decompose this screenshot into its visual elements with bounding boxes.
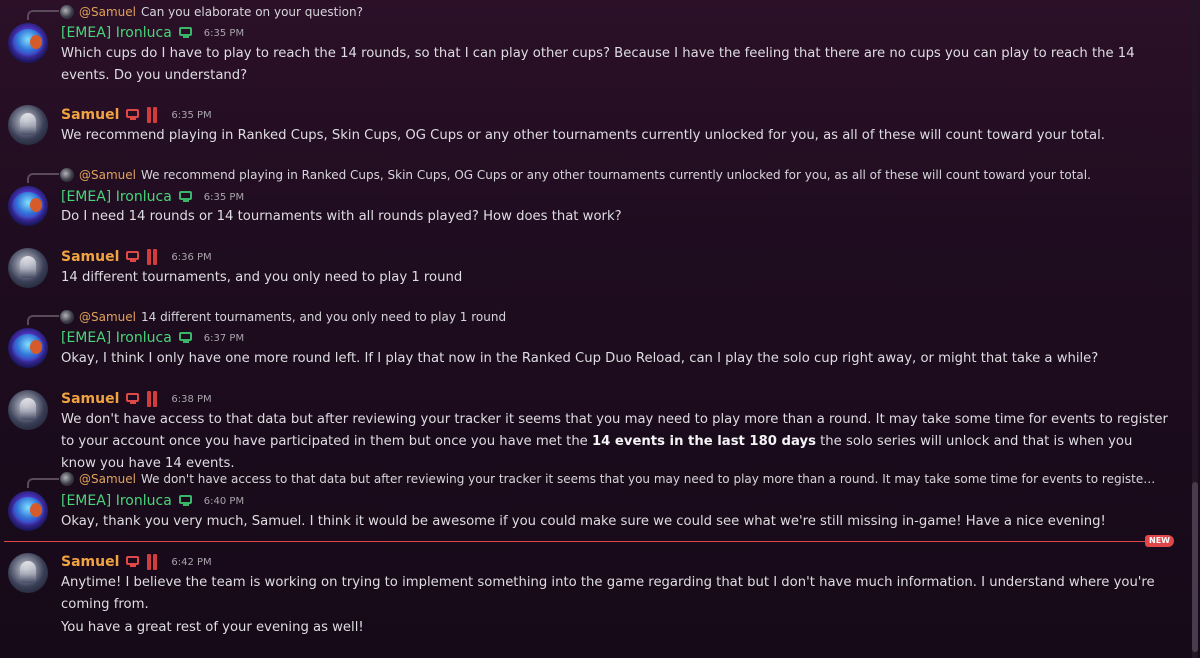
reply-avatar — [60, 472, 74, 486]
monitor-icon — [178, 190, 194, 204]
message-header: [EMEA] Ironluca 6:35 PM — [61, 23, 244, 43]
message-text: Okay, I think I only have one more round… — [61, 351, 1099, 366]
username[interactable]: Samuel — [61, 554, 119, 570]
reply-avatar — [60, 168, 74, 182]
reply-text: 14 different tournaments, and you only n… — [140, 310, 507, 324]
message-header: Samuel 6:42 PM — [61, 552, 212, 572]
reply-preview[interactable]: @Samuel We don't have access to that dat… — [60, 470, 1160, 488]
bars-badge-icon — [147, 391, 161, 407]
reply-mention[interactable]: @Samuel — [79, 5, 136, 19]
bars-badge-icon — [147, 249, 161, 265]
avatar[interactable] — [8, 328, 48, 368]
message-text: Do I need 14 rounds or 14 tournaments wi… — [61, 209, 622, 224]
timestamp: 6:40 PM — [203, 495, 245, 507]
reply-preview[interactable]: @Samuel We recommend playing in Ranked C… — [60, 166, 1160, 184]
reply-mention[interactable]: @Samuel — [79, 310, 136, 324]
username[interactable]: Samuel — [61, 107, 119, 123]
reply-preview[interactable]: @Samuel Can you elaborate on your questi… — [60, 3, 1160, 21]
username[interactable]: Samuel — [61, 249, 119, 265]
monitor-icon — [125, 250, 141, 264]
reply-connector — [27, 173, 59, 183]
reply-text: We recommend playing in Ranked Cups, Ski… — [140, 168, 1091, 182]
message-text: We don't have access to that data but af… — [61, 409, 1171, 475]
reply-mention[interactable]: @Samuel — [79, 472, 136, 486]
reply-mention[interactable]: @Samuel — [79, 168, 136, 182]
new-badge: NEW — [1145, 535, 1174, 547]
reply-text: Can you elaborate on your question? — [140, 5, 363, 19]
timestamp: 6:42 PM — [171, 556, 212, 568]
message-header: [EMEA] Ironluca 6:40 PM — [61, 491, 244, 511]
message-header: [EMEA] Ironluca 6:37 PM — [61, 328, 244, 348]
timestamp: 6:36 PM — [171, 251, 212, 263]
monitor-icon — [178, 331, 194, 345]
reply-avatar — [60, 310, 74, 324]
message-text: Okay, thank you very much, Samuel. I thi… — [61, 514, 1106, 529]
message-text-bold: 14 events in the last 180 days — [591, 434, 816, 449]
avatar[interactable] — [8, 553, 48, 593]
avatar[interactable] — [8, 186, 48, 226]
monitor-icon — [125, 555, 141, 569]
new-messages-divider — [4, 541, 1172, 542]
avatar[interactable] — [8, 390, 48, 430]
message-header: Samuel 6:35 PM — [61, 105, 212, 125]
username[interactable]: [EMEA] Ironluca — [61, 493, 172, 509]
message-header: Samuel 6:38 PM — [61, 389, 212, 409]
reply-text: We don't have access to that data but af… — [140, 472, 1160, 486]
username[interactable]: [EMEA] Ironluca — [61, 330, 172, 346]
message-header: [EMEA] Ironluca 6:35 PM — [61, 187, 244, 207]
monitor-icon — [125, 108, 141, 122]
avatar[interactable] — [8, 248, 48, 288]
bars-badge-icon — [147, 554, 161, 570]
timestamp: 6:35 PM — [203, 191, 245, 203]
reply-preview[interactable]: @Samuel 14 different tournaments, and yo… — [60, 308, 1160, 326]
reply-connector — [27, 478, 59, 488]
avatar[interactable] — [8, 491, 48, 531]
username[interactable]: [EMEA] Ironluca — [61, 189, 172, 205]
avatar[interactable] — [8, 23, 48, 63]
username[interactable]: [EMEA] Ironluca — [61, 25, 172, 41]
message-text: We recommend playing in Ranked Cups, Ski… — [61, 128, 1105, 143]
reply-connector — [27, 10, 59, 20]
username[interactable]: Samuel — [61, 391, 119, 407]
monitor-icon — [178, 494, 194, 508]
chat-message-list: @Samuel Can you elaborate on your questi… — [0, 0, 1190, 658]
message-header: Samuel 6:36 PM — [61, 247, 212, 267]
timestamp: 6:35 PM — [171, 109, 212, 121]
monitor-icon — [125, 392, 141, 406]
avatar[interactable] — [8, 105, 48, 145]
message-text: You have a great rest of your evening as… — [61, 620, 364, 635]
reply-connector — [27, 315, 59, 325]
message-text: 14 different tournaments, and you only n… — [61, 270, 463, 285]
scrollbar-thumb[interactable] — [1192, 482, 1198, 652]
timestamp: 6:35 PM — [203, 27, 245, 39]
monitor-icon — [178, 26, 194, 40]
timestamp: 6:37 PM — [203, 332, 245, 344]
timestamp: 6:38 PM — [171, 393, 212, 405]
message-text: Which cups do I have to play to reach th… — [61, 46, 1135, 83]
reply-avatar — [60, 5, 74, 19]
message-text: Anytime! I believe the team is working o… — [61, 575, 1155, 612]
bars-badge-icon — [147, 107, 161, 123]
